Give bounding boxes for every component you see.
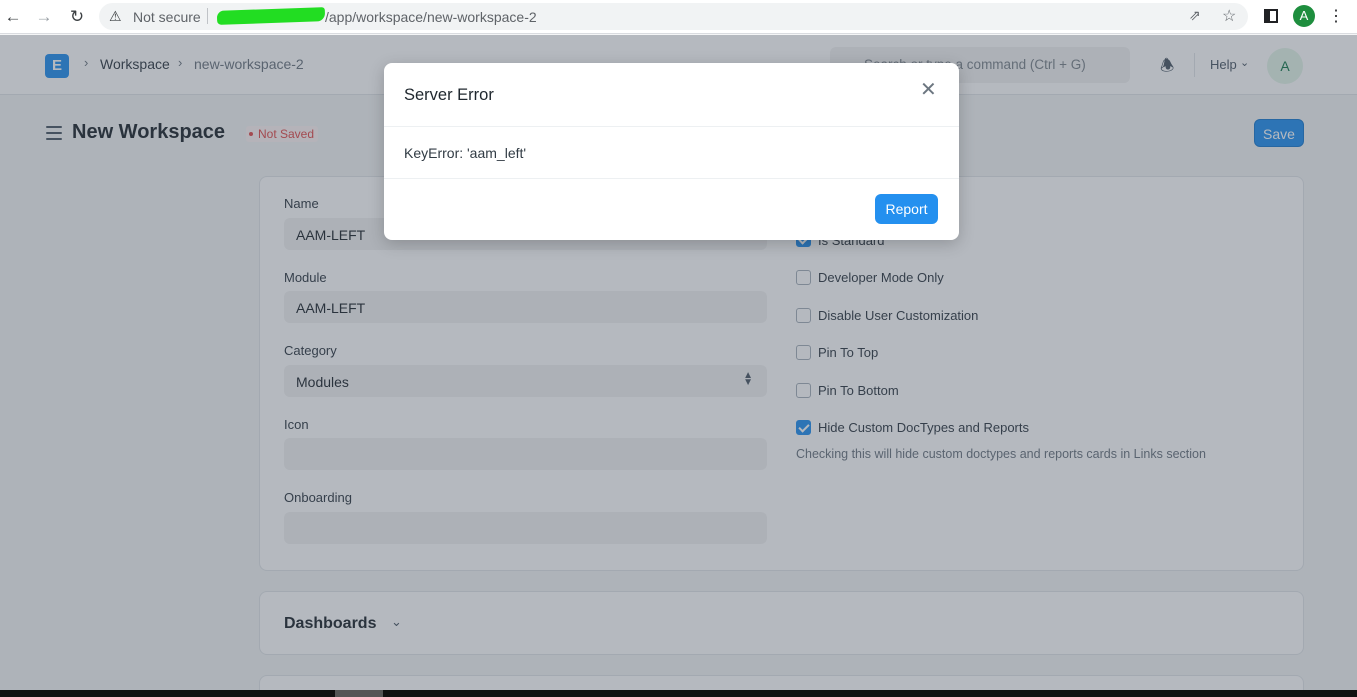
divider xyxy=(207,8,208,24)
security-label: Not secure xyxy=(133,9,201,25)
browser-profile-avatar[interactable]: A xyxy=(1293,5,1315,27)
error-message: KeyError: 'aam_left' xyxy=(404,145,527,161)
reload-icon[interactable]: ↻ xyxy=(67,7,87,27)
taskbar-item[interactable] xyxy=(335,690,383,697)
dialog-title: Server Error xyxy=(404,86,494,104)
forward-icon[interactable]: → xyxy=(34,7,54,27)
url-text: /app/workspace/new-workspace-2 xyxy=(325,9,537,25)
divider xyxy=(384,126,959,127)
share-icon[interactable]: ⇗ xyxy=(1189,7,1201,24)
browser-toolbar: ← → ↻ ⚠ Not secure /app/workspace/new-wo… xyxy=(0,0,1357,34)
address-bar[interactable]: ⚠ Not secure /app/workspace/new-workspac… xyxy=(99,3,1248,30)
more-menu-icon[interactable]: ⋮ xyxy=(1328,6,1344,26)
warning-icon: ⚠ xyxy=(109,8,122,24)
report-button[interactable]: Report xyxy=(875,194,938,224)
server-error-dialog: Server Error ✕ KeyError: 'aam_left' Repo… xyxy=(384,63,959,240)
side-panel-icon[interactable] xyxy=(1264,9,1278,23)
star-icon[interactable]: ☆ xyxy=(1222,6,1236,26)
close-icon[interactable]: ✕ xyxy=(920,80,937,100)
divider xyxy=(384,178,959,179)
taskbar xyxy=(0,690,1357,697)
back-icon[interactable]: ← xyxy=(3,7,23,27)
redaction-scribble xyxy=(216,7,326,25)
